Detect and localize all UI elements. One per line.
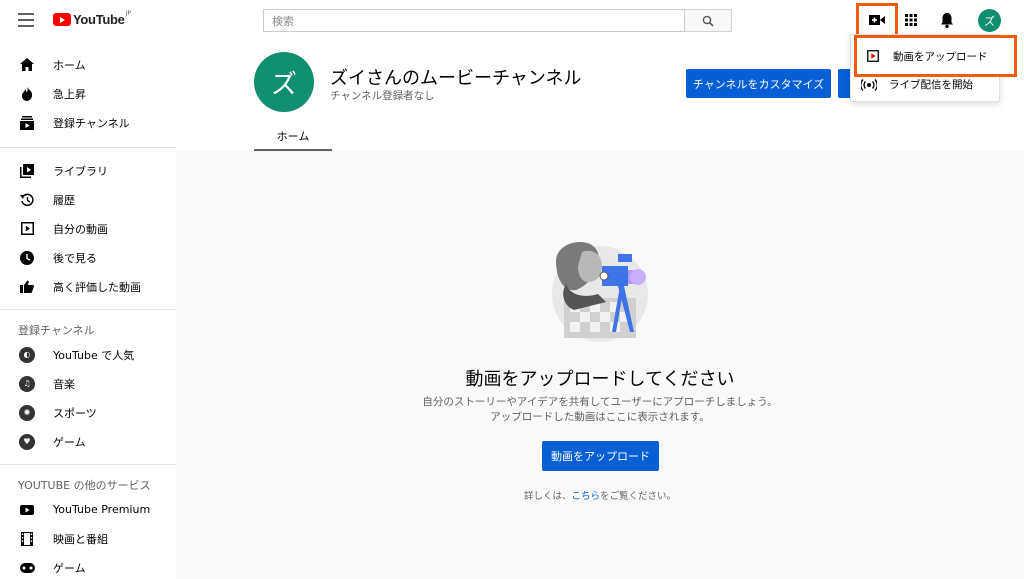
empty-state-description-2: アップロードした動画はここに表示されます。	[490, 411, 710, 423]
sidebar: ホーム 急上昇 登録チャンネル ライブラリ 履歴 自分の動画 後で見る 高く評価…	[0, 41, 176, 579]
tab-home[interactable]: ホーム	[254, 123, 332, 151]
sidebar-item-history[interactable]: 履歴	[0, 185, 176, 214]
sidebar-divider	[0, 147, 176, 148]
sidebar-item-library[interactable]: ライブラリ	[0, 156, 176, 185]
menu-item-upload-video[interactable]: 動画をアップロード	[854, 35, 1017, 77]
popular-channel-icon: ◐	[19, 346, 35, 363]
sidebar-item-home[interactable]: ホーム	[0, 50, 176, 79]
game-controller-icon	[19, 560, 35, 576]
logo-text: YouTube	[73, 12, 125, 27]
gaming-icon: ♥	[19, 433, 35, 450]
search-icon	[702, 15, 714, 27]
sidebar-item-label: 高く評価した動画	[53, 280, 141, 294]
sidebar-item-label: 履歴	[53, 193, 75, 207]
sidebar-item-sports[interactable]: ✺ スポーツ	[0, 398, 176, 427]
sidebar-item-watch-later[interactable]: 後で見る	[0, 243, 176, 272]
library-icon	[19, 163, 35, 179]
customize-channel-button[interactable]: チャンネルをカスタマイズ	[686, 69, 831, 98]
learn-more-prefix: 詳しくは、	[523, 491, 572, 502]
sidebar-item-label: スポーツ	[53, 406, 97, 420]
search-button[interactable]	[685, 9, 732, 32]
sidebar-item-label: 急上昇	[53, 87, 86, 101]
apps-grid-icon[interactable]	[903, 12, 919, 28]
sidebar-item-label: YouTube で人気	[53, 348, 135, 362]
sidebar-item-popular[interactable]: ◐ YouTube で人気	[0, 340, 176, 369]
search-input[interactable]: 検索	[263, 9, 685, 32]
play-logo-icon	[53, 13, 71, 26]
menu-item-go-live[interactable]: ライブ配信を開始	[861, 77, 973, 92]
sidebar-item-liked[interactable]: 高く評価した動画	[0, 272, 176, 301]
sidebar-item-label: 登録チャンネル	[53, 116, 130, 130]
sidebar-divider	[0, 309, 176, 310]
logo-region: JP	[125, 10, 131, 17]
upload-play-icon	[867, 50, 879, 62]
upload-video-button[interactable]: 動画をアップロード	[542, 441, 659, 471]
sidebar-item-premium[interactable]: YouTube Premium	[0, 495, 176, 524]
sidebar-item-gaming[interactable]: ♥ ゲーム	[0, 427, 176, 456]
sidebar-item-label: ライブラリ	[53, 164, 108, 178]
sidebar-item-music[interactable]: ♫ 音楽	[0, 369, 176, 398]
music-note-icon: ♫	[19, 375, 35, 392]
live-broadcast-icon	[861, 78, 877, 91]
sidebar-item-label: ゲーム	[53, 561, 86, 575]
sidebar-item-movies[interactable]: 映画と番組	[0, 524, 176, 553]
sidebar-item-label: 映画と番組	[53, 532, 108, 546]
camera-person-illustration	[552, 241, 648, 342]
home-icon	[19, 57, 35, 73]
empty-state-title: 動画をアップロードしてください	[465, 369, 735, 390]
trending-flame-icon	[19, 86, 35, 102]
sidebar-item-gaming-service[interactable]: ゲーム	[0, 553, 176, 579]
premium-play-icon	[19, 502, 35, 518]
account-avatar[interactable]: ズ	[978, 9, 1001, 32]
video-camera-add-icon	[869, 15, 885, 25]
sidebar-item-label: ホーム	[53, 58, 86, 72]
my-videos-play-icon	[19, 221, 35, 237]
learn-more-link[interactable]: こちら	[571, 491, 600, 502]
thumbs-up-icon	[19, 279, 35, 295]
subscriber-count: チャンネル登録者なし	[330, 90, 435, 102]
menu-item-label: ライブ配信を開始	[889, 79, 973, 91]
sidebar-item-label: 音楽	[53, 377, 75, 391]
menu-item-label: 動画をアップロード	[893, 50, 988, 63]
subscriptions-heading: 登録チャンネル	[18, 324, 95, 337]
subscriptions-icon	[19, 115, 35, 131]
film-strip-icon	[19, 531, 35, 547]
clock-icon	[19, 250, 35, 266]
sidebar-item-my-videos[interactable]: 自分の動画	[0, 214, 176, 243]
sidebar-divider	[0, 464, 176, 465]
menu-icon[interactable]	[18, 13, 34, 27]
notifications-bell-icon[interactable]	[939, 12, 955, 29]
learn-more-text: 詳しくは、こちらをご覧ください。	[176, 488, 1024, 502]
history-icon	[19, 192, 35, 208]
empty-state-description: 自分のストーリーやアイデアを共有してユーザーにアプローチしましょう。	[422, 396, 778, 408]
channel-name: ズイさんのムービーチャンネル	[330, 68, 582, 89]
sidebar-item-label: YouTube Premium	[53, 503, 151, 516]
channel-avatar: ズ	[254, 52, 314, 112]
sidebar-item-label: ゲーム	[53, 435, 86, 449]
sidebar-item-subscriptions[interactable]: 登録チャンネル	[0, 108, 176, 137]
sidebar-item-trending[interactable]: 急上昇	[0, 79, 176, 108]
more-services-heading: YOUTUBE の他のサービス	[18, 479, 151, 492]
create-video-button[interactable]	[856, 3, 898, 37]
sidebar-item-label: 後で見る	[53, 251, 97, 265]
sports-ball-icon: ✺	[19, 404, 35, 421]
sidebar-item-label: 自分の動画	[53, 222, 108, 236]
learn-more-suffix: をご覧ください。	[600, 491, 677, 502]
youtube-logo[interactable]: YouTube JP	[53, 10, 131, 27]
